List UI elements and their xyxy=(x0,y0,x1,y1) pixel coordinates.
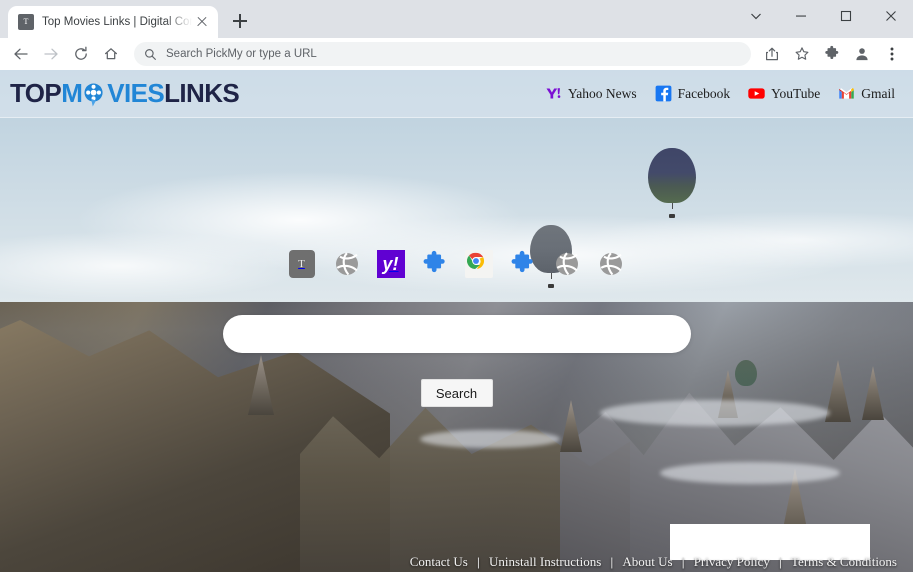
bookmark-star-icon[interactable] xyxy=(788,40,816,68)
snow-patch xyxy=(660,462,840,484)
reload-icon[interactable] xyxy=(67,40,95,68)
shortcut-icon-row: T y! xyxy=(0,250,913,278)
search-tabs-button[interactable] xyxy=(733,0,778,32)
page-content: TOP M VIES LINKS Yahoo News Facebook You… xyxy=(0,70,913,572)
header-link-gmail[interactable]: Gmail xyxy=(838,85,895,102)
window-controls xyxy=(733,0,913,32)
facebook-icon xyxy=(655,85,672,102)
logo-part-m: M xyxy=(61,78,83,108)
maximize-button[interactable] xyxy=(823,0,868,32)
extensions-puzzle-icon[interactable] xyxy=(818,40,846,68)
header-link-label: Yahoo News xyxy=(567,85,637,101)
site-logo[interactable]: TOP M VIES LINKS xyxy=(10,78,240,109)
new-tab-button[interactable] xyxy=(226,7,254,35)
address-bar-text: Search PickMy or type a URL xyxy=(166,48,317,60)
close-window-button[interactable] xyxy=(868,0,913,32)
search-icon xyxy=(145,48,156,60)
shortcut-chrome[interactable] xyxy=(464,250,493,278)
share-icon[interactable] xyxy=(758,40,786,68)
header-link-label: Facebook xyxy=(677,85,731,101)
youtube-icon xyxy=(748,85,765,102)
chrome-icon xyxy=(464,250,493,278)
footer-separator: | xyxy=(476,555,480,569)
header-link-youtube[interactable]: YouTube xyxy=(748,85,820,102)
profile-avatar-icon[interactable] xyxy=(848,40,876,68)
footer-link-privacy-policy[interactable]: Privacy Policy xyxy=(694,554,770,570)
logo-part-top: TOP xyxy=(10,78,62,108)
tab-strip: T Top Movies Links | Digital Conten xyxy=(0,0,254,38)
close-icon[interactable] xyxy=(194,14,210,30)
footer-link-contact-us[interactable]: Contact Us xyxy=(410,554,468,570)
search-input[interactable] xyxy=(222,315,691,353)
toolbar-right-group xyxy=(757,40,907,68)
site-header: TOP M VIES LINKS Yahoo News Facebook You… xyxy=(0,70,913,118)
yahoo-icon xyxy=(545,85,562,102)
header-link-yahoo-news[interactable]: Yahoo News xyxy=(545,85,637,102)
footer-link-about-us[interactable]: About Us xyxy=(622,554,672,570)
address-bar[interactable]: Search PickMy or type a URL xyxy=(134,42,751,66)
search-area: Search xyxy=(0,315,913,407)
header-link-facebook[interactable]: Facebook xyxy=(655,85,730,102)
letter-t-icon: T xyxy=(288,250,315,278)
shortcut-puzzle-2[interactable] xyxy=(509,250,537,278)
tab-favicon-icon: T xyxy=(18,14,34,30)
shortcut-globe-1[interactable] xyxy=(333,250,361,278)
header-links: Yahoo News Facebook YouTube Gmail xyxy=(545,85,895,102)
footer-separator: | xyxy=(778,555,783,569)
site-footer: Contact Us | Uninstall Instructions | Ab… xyxy=(0,554,913,570)
footer-separator: | xyxy=(610,555,614,569)
header-link-label: Gmail xyxy=(861,85,895,101)
gmail-icon xyxy=(838,85,855,102)
logo-part-links: LINKS xyxy=(164,78,240,108)
browser-menu-icon[interactable] xyxy=(878,40,906,68)
hot-air-balloon xyxy=(648,148,696,219)
search-button[interactable]: Search xyxy=(420,379,493,407)
shortcut-yahoo[interactable]: y! xyxy=(376,250,405,278)
browser-toolbar: Search PickMy or type a URL xyxy=(0,38,913,70)
browser-titlebar: T Top Movies Links | Digital Conten xyxy=(0,0,913,38)
footer-link-uninstall-instructions[interactable]: Uninstall Instructions xyxy=(489,554,601,570)
shortcut-globe-2[interactable] xyxy=(553,250,581,278)
shortcut-t[interactable]: T xyxy=(288,250,317,278)
back-icon[interactable] xyxy=(7,40,35,68)
footer-link-terms-conditions[interactable]: Terms & Conditions xyxy=(791,554,897,570)
film-reel-icon xyxy=(82,81,107,107)
browser-tab[interactable]: T Top Movies Links | Digital Conten xyxy=(8,6,218,38)
home-icon[interactable] xyxy=(97,40,125,68)
snow-patch xyxy=(420,430,560,448)
browser-window: T Top Movies Links | Digital Conten xyxy=(0,0,913,572)
forward-icon[interactable] xyxy=(37,40,65,68)
shortcut-puzzle-1[interactable] xyxy=(421,250,449,278)
shortcut-globe-3[interactable] xyxy=(597,250,625,278)
logo-part-vies: VIES xyxy=(107,78,165,108)
yahoo-icon: y! xyxy=(376,250,405,278)
header-link-label: YouTube xyxy=(771,85,821,101)
minimize-button[interactable] xyxy=(778,0,823,32)
tab-title: Top Movies Links | Digital Conten xyxy=(42,16,192,28)
footer-separator: | xyxy=(681,555,685,569)
